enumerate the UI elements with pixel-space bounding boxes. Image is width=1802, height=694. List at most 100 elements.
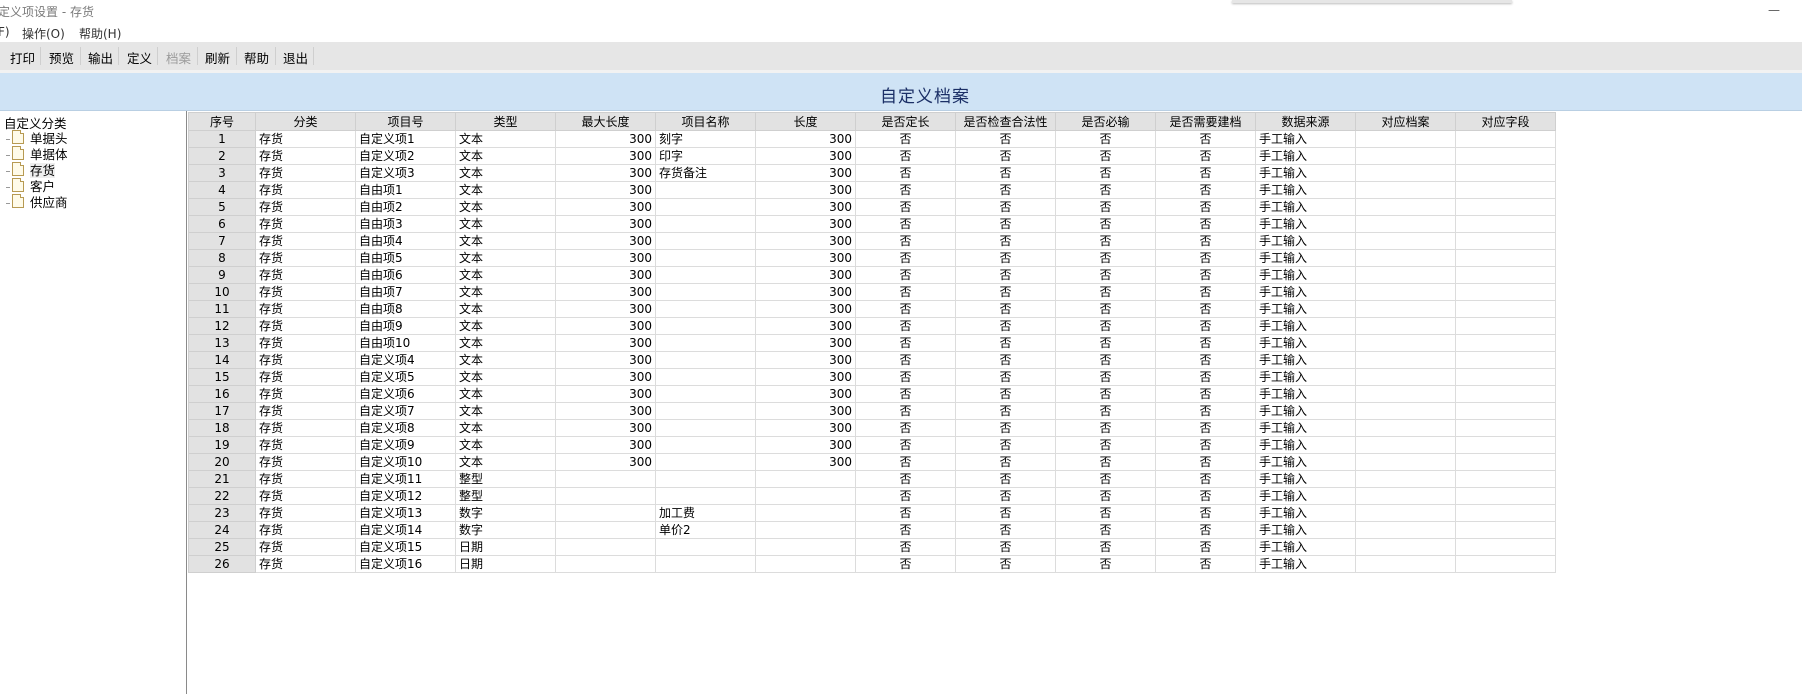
table-cell[interactable]: 否 xyxy=(855,300,956,318)
table-cell[interactable] xyxy=(755,470,856,488)
table-cell[interactable] xyxy=(655,436,756,454)
table-cell[interactable] xyxy=(755,555,856,573)
table-cell[interactable]: 300 xyxy=(555,266,656,284)
table-cell[interactable]: 自由项1 xyxy=(355,181,456,199)
table-cell[interactable]: 文本 xyxy=(455,436,556,454)
table-cell[interactable]: 300 xyxy=(755,368,856,386)
preview-button[interactable]: 预览 xyxy=(49,48,74,67)
table-cell[interactable] xyxy=(755,538,856,556)
table-cell[interactable] xyxy=(655,232,756,250)
table-cell[interactable]: 否 xyxy=(1155,436,1256,454)
table-cell[interactable]: 否 xyxy=(955,147,1056,165)
row-number[interactable]: 5 xyxy=(188,198,256,216)
table-cell[interactable]: 手工输入 xyxy=(1255,436,1356,454)
table-cell[interactable]: 自定义项14 xyxy=(355,521,456,539)
table-cell[interactable]: 否 xyxy=(1055,487,1156,505)
table-row[interactable]: 21 存货 自定义项11 整型否否否否手工输入 xyxy=(188,470,1556,488)
table-cell[interactable]: 300 xyxy=(555,300,656,318)
table-cell[interactable]: 300 xyxy=(755,147,856,165)
table-cell[interactable]: 存货 xyxy=(255,283,356,301)
table-cell[interactable] xyxy=(755,504,856,522)
table-cell[interactable]: 自定义项2 xyxy=(355,147,456,165)
table-cell[interactable] xyxy=(1455,402,1556,420)
table-cell[interactable]: 300 xyxy=(755,266,856,284)
table-cell[interactable]: 否 xyxy=(855,487,956,505)
table-cell[interactable]: 300 xyxy=(555,402,656,420)
table-cell[interactable]: 数字 xyxy=(455,504,556,522)
table-row[interactable]: 10 存货 自由项7 文本 300 300 否否否否手工输入 xyxy=(188,283,1556,301)
table-cell[interactable]: 加工费 xyxy=(655,504,756,522)
table-cell[interactable]: 否 xyxy=(1155,385,1256,403)
table-cell[interactable]: 文本 xyxy=(455,249,556,267)
table-cell[interactable]: 否 xyxy=(955,453,1056,471)
table-row[interactable]: 7 存货 自由项4 文本 300 300 否否否否手工输入 xyxy=(188,232,1556,250)
table-cell[interactable]: 否 xyxy=(855,453,956,471)
table-cell[interactable] xyxy=(1355,436,1456,454)
row-number[interactable]: 13 xyxy=(188,334,256,352)
table-row[interactable]: 18 存货 自定义项8 文本 300 300 否否否否手工输入 xyxy=(188,419,1556,437)
table-cell[interactable]: 手工输入 xyxy=(1255,385,1356,403)
table-cell[interactable] xyxy=(555,521,656,539)
table-cell[interactable] xyxy=(1355,198,1456,216)
table-cell[interactable]: 否 xyxy=(855,351,956,369)
row-number[interactable]: 24 xyxy=(188,521,256,539)
table-cell[interactable]: 否 xyxy=(855,538,956,556)
tree-item-inventory[interactable]: 存货 xyxy=(6,160,56,178)
table-cell[interactable] xyxy=(1355,317,1456,335)
table-row[interactable]: 20 存货 自定义项10 文本 300 300 否否否否手工输入 xyxy=(188,453,1556,471)
table-cell[interactable] xyxy=(1455,334,1556,352)
row-number[interactable]: 17 xyxy=(188,402,256,420)
table-cell[interactable]: 存货 xyxy=(255,538,356,556)
table-row[interactable]: 19 存货 自定义项9 文本 300 300 否否否否手工输入 xyxy=(188,436,1556,454)
row-number[interactable]: 4 xyxy=(188,181,256,199)
table-cell[interactable]: 300 xyxy=(755,334,856,352)
table-cell[interactable]: 手工输入 xyxy=(1255,487,1356,505)
table-row[interactable]: 9 存货 自由项6 文本 300 300 否否否否手工输入 xyxy=(188,266,1556,284)
table-row[interactable]: 11 存货 自由项8 文本 300 300 否否否否手工输入 xyxy=(188,300,1556,318)
table-cell[interactable] xyxy=(1455,453,1556,471)
table-cell[interactable] xyxy=(1355,215,1456,233)
table-cell[interactable]: 自定义项15 xyxy=(355,538,456,556)
table-cell[interactable]: 单价2 xyxy=(655,521,756,539)
table-cell[interactable]: 自定义项11 xyxy=(355,470,456,488)
table-cell[interactable] xyxy=(1455,487,1556,505)
table-cell[interactable]: 手工输入 xyxy=(1255,130,1356,148)
table-cell[interactable]: 300 xyxy=(755,283,856,301)
row-number[interactable]: 19 xyxy=(188,436,256,454)
table-cell[interactable] xyxy=(1455,521,1556,539)
table-cell[interactable] xyxy=(1455,266,1556,284)
table-cell[interactable]: 存货 xyxy=(255,351,356,369)
table-cell[interactable]: 300 xyxy=(755,181,856,199)
table-cell[interactable]: 否 xyxy=(955,181,1056,199)
table-cell[interactable]: 否 xyxy=(1055,147,1156,165)
menu-operation[interactable]: 操作(O) xyxy=(22,25,65,42)
table-cell[interactable]: 否 xyxy=(1155,147,1256,165)
table-cell[interactable]: 自定义项8 xyxy=(355,419,456,437)
table-row[interactable]: 24 存货 自定义项14 数字 单价2 否否否否手工输入 xyxy=(188,521,1556,539)
table-cell[interactable]: 手工输入 xyxy=(1255,283,1356,301)
table-row[interactable]: 5 存货 自由项2 文本 300 300 否否否否手工输入 xyxy=(188,198,1556,216)
table-cell[interactable]: 否 xyxy=(1155,215,1256,233)
table-cell[interactable]: 否 xyxy=(1155,368,1256,386)
column-header[interactable]: 对应字段 xyxy=(1455,112,1556,131)
table-cell[interactable]: 否 xyxy=(1055,334,1156,352)
table-cell[interactable]: 存货 xyxy=(255,130,356,148)
table-cell[interactable] xyxy=(1455,130,1556,148)
table-cell[interactable] xyxy=(1455,317,1556,335)
table-cell[interactable] xyxy=(1355,130,1456,148)
table-cell[interactable]: 自定义项7 xyxy=(355,402,456,420)
table-cell[interactable]: 存货 xyxy=(255,368,356,386)
row-number[interactable]: 14 xyxy=(188,351,256,369)
table-cell[interactable] xyxy=(1355,266,1456,284)
table-cell[interactable]: 否 xyxy=(855,317,956,335)
table-cell[interactable] xyxy=(655,419,756,437)
table-cell[interactable] xyxy=(1355,334,1456,352)
table-row[interactable]: 16 存货 自定义项6 文本 300 300 否否否否手工输入 xyxy=(188,385,1556,403)
table-cell[interactable]: 自定义项10 xyxy=(355,453,456,471)
table-cell[interactable]: 否 xyxy=(955,436,1056,454)
table-cell[interactable]: 否 xyxy=(1155,181,1256,199)
table-cell[interactable]: 手工输入 xyxy=(1255,232,1356,250)
table-cell[interactable]: 手工输入 xyxy=(1255,453,1356,471)
table-cell[interactable]: 手工输入 xyxy=(1255,521,1356,539)
table-cell[interactable]: 否 xyxy=(1055,555,1156,573)
